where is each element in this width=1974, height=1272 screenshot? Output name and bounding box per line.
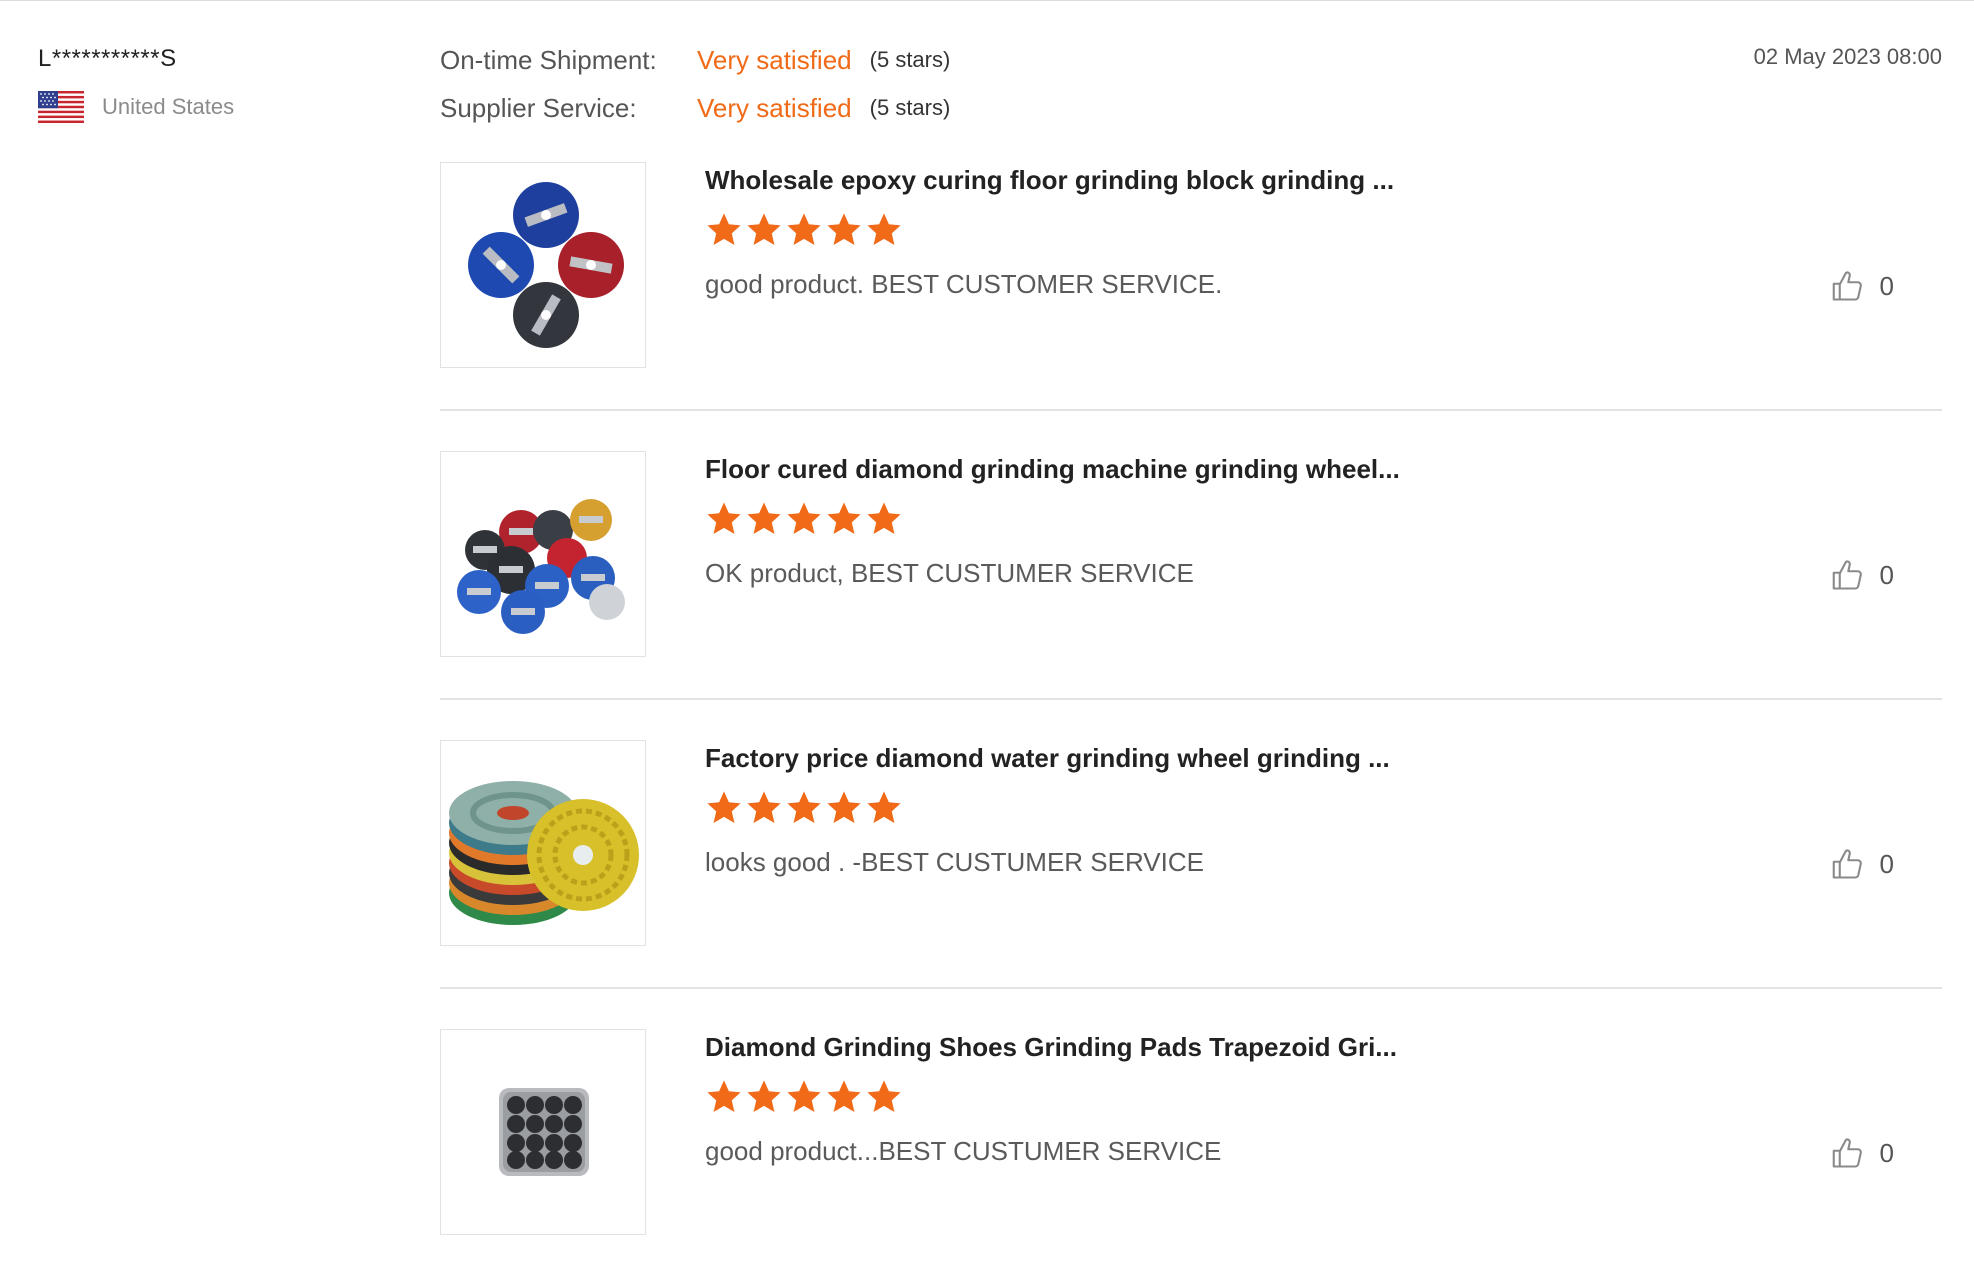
star-icon bbox=[787, 213, 821, 246]
grinding-disc-set-image bbox=[468, 182, 624, 348]
like-button[interactable]: 0 bbox=[1830, 1133, 1894, 1173]
like-button[interactable]: 0 bbox=[1830, 555, 1894, 595]
like-button[interactable]: 0 bbox=[1830, 266, 1894, 306]
star-rating bbox=[705, 211, 905, 249]
review-comment: looks good . -BEST CUSTUMER SERVICE bbox=[705, 847, 1204, 877]
product-image[interactable] bbox=[440, 162, 646, 368]
thumbs-up-icon bbox=[1832, 560, 1862, 590]
rating-supplier-service: Supplier Service: Very satisfied (5 star… bbox=[440, 88, 950, 128]
like-button[interactable]: 0 bbox=[1830, 844, 1894, 884]
supplier-ratings: On-time Shipment: Very satisfied (5 star… bbox=[440, 40, 950, 136]
star-icon bbox=[787, 791, 821, 824]
star-icon bbox=[867, 502, 901, 535]
star-icon bbox=[827, 502, 861, 535]
product-title[interactable]: Wholesale epoxy curing floor grinding bl… bbox=[705, 162, 1505, 198]
rating-stars-text: (5 stars) bbox=[869, 47, 951, 72]
product-title[interactable]: Diamond Grinding Shoes Grinding Pads Tra… bbox=[705, 1029, 1505, 1065]
star-rating bbox=[705, 1078, 905, 1116]
product-title[interactable]: Floor cured diamond grinding machine gri… bbox=[705, 451, 1505, 487]
product-image[interactable] bbox=[440, 740, 646, 946]
review-comment: good product...BEST CUSTUMER SERVICE bbox=[705, 1136, 1222, 1166]
reviewer-info: L***********S United States bbox=[38, 44, 398, 124]
rating-value: Very satisfied bbox=[697, 92, 852, 123]
star-icon bbox=[867, 1080, 901, 1113]
polishing-pads-stack-image bbox=[449, 781, 639, 925]
review-comment: OK product, BEST CUSTUMER SERVICE bbox=[705, 558, 1194, 588]
product-review-item: Diamond Grinding Shoes Grinding Pads Tra… bbox=[440, 1029, 1942, 1272]
thumbs-up-icon bbox=[1832, 1138, 1862, 1168]
product-review-item: Factory price diamond water grinding whe… bbox=[440, 740, 1942, 1029]
product-review-item: Wholesale epoxy curing floor grinding bl… bbox=[440, 162, 1942, 451]
star-icon bbox=[827, 791, 861, 824]
product-image[interactable] bbox=[440, 451, 646, 657]
review-divider bbox=[440, 698, 1942, 700]
review-divider bbox=[440, 987, 1942, 989]
thumbs-up-icon bbox=[1832, 271, 1862, 301]
review-date: 02 May 2023 08:00 bbox=[1753, 44, 1942, 69]
product-review-list: Wholesale epoxy curing floor grinding bl… bbox=[440, 162, 1942, 1272]
us-flag-icon bbox=[38, 91, 84, 123]
review-divider bbox=[440, 409, 1942, 411]
like-count: 0 bbox=[1879, 270, 1894, 301]
reviewer-country: United States bbox=[38, 90, 398, 124]
star-icon bbox=[747, 213, 781, 246]
rating-value: Very satisfied bbox=[697, 44, 852, 75]
top-divider bbox=[0, 0, 1974, 1]
grinding-pads-tray-image bbox=[499, 1088, 589, 1176]
star-icon bbox=[827, 213, 861, 246]
star-icon bbox=[707, 1080, 741, 1113]
grinding-disc-assortment-image bbox=[457, 499, 625, 634]
star-icon bbox=[707, 213, 741, 246]
star-icon bbox=[867, 791, 901, 824]
rating-label: On-time Shipment: bbox=[440, 44, 657, 75]
product-title[interactable]: Factory price diamond water grinding whe… bbox=[705, 740, 1505, 776]
star-icon bbox=[747, 791, 781, 824]
star-icon bbox=[867, 213, 901, 246]
star-icon bbox=[747, 502, 781, 535]
rating-stars-text: (5 stars) bbox=[869, 95, 951, 120]
star-icon bbox=[787, 1080, 821, 1113]
like-count: 0 bbox=[1879, 559, 1894, 590]
thumbs-up-icon bbox=[1832, 849, 1862, 879]
review-comment: good product. BEST CUSTOMER SERVICE. bbox=[705, 269, 1223, 299]
star-icon bbox=[787, 502, 821, 535]
reviewer-name: L***********S bbox=[38, 45, 177, 72]
product-review-item: Floor cured diamond grinding machine gri… bbox=[440, 451, 1942, 740]
star-icon bbox=[707, 502, 741, 535]
star-rating bbox=[705, 500, 905, 538]
star-icon bbox=[827, 1080, 861, 1113]
like-count: 0 bbox=[1879, 848, 1894, 879]
star-icon bbox=[747, 1080, 781, 1113]
product-image[interactable] bbox=[440, 1029, 646, 1235]
like-count: 0 bbox=[1879, 1137, 1894, 1168]
rating-label: Supplier Service: bbox=[440, 92, 637, 123]
star-icon bbox=[707, 791, 741, 824]
star-rating bbox=[705, 789, 905, 827]
rating-on-time-shipment: On-time Shipment: Very satisfied (5 star… bbox=[440, 40, 950, 80]
country-name: United States bbox=[102, 94, 235, 119]
